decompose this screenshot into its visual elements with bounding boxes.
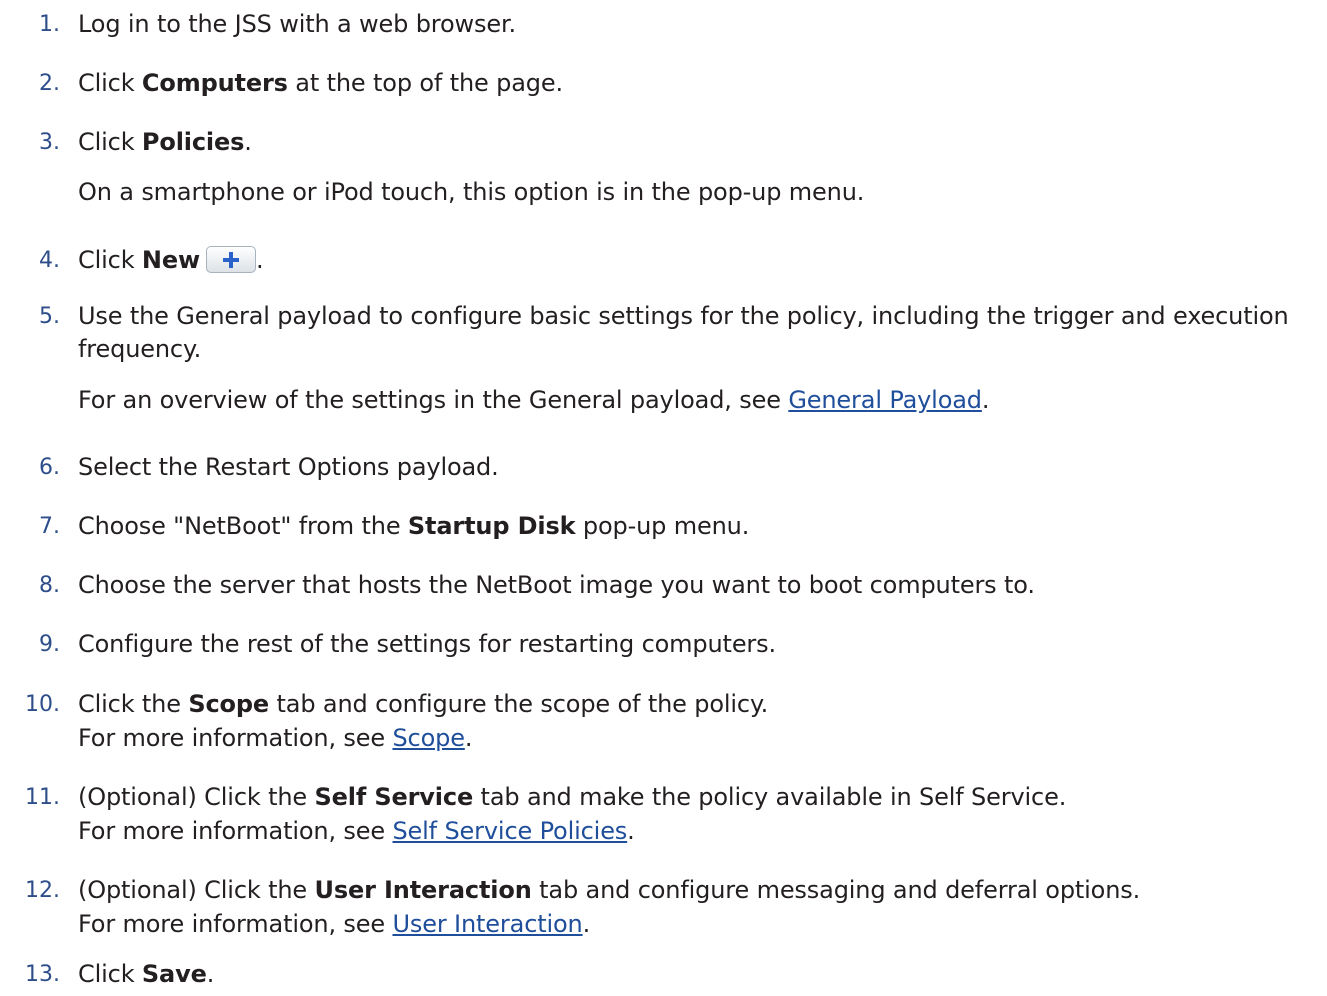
- step-text: Click Computers at the top of the page.: [78, 69, 563, 97]
- step-12-note: For more information, see User Interacti…: [78, 910, 591, 938]
- step-number: 1.: [39, 12, 60, 37]
- ui-label-computers: Computers: [141, 69, 288, 97]
- step-text: Select the Restart Options payload.: [78, 453, 499, 481]
- step-3-note: On a smartphone or iPod touch, this opti…: [78, 178, 865, 206]
- step-number: 7.: [39, 514, 60, 539]
- step-text: Click Policies.: [78, 128, 252, 156]
- step-number: 12.: [25, 878, 60, 903]
- step-number: 11.: [25, 785, 60, 810]
- step-text: (Optional) Click the Self Service tab an…: [78, 783, 1067, 811]
- step-text: Click the Scope tab and configure the sc…: [78, 690, 769, 718]
- step-number: 4.: [39, 248, 60, 273]
- step-number: 2.: [39, 71, 60, 96]
- step-text: Log in to the JSS with a web browser.: [78, 10, 516, 38]
- step-number: 5.: [39, 304, 60, 329]
- ui-label-startup-disk: Startup Disk: [407, 512, 576, 540]
- user-interaction-link[interactable]: User Interaction: [392, 910, 582, 938]
- step-text: Click Save.: [78, 960, 215, 988]
- step-text: (Optional) Click the User Interaction ta…: [78, 876, 1141, 904]
- ui-label-new: New: [141, 246, 201, 274]
- ui-label-save: Save: [141, 960, 207, 988]
- ui-label-user-interaction: User Interaction: [314, 876, 532, 904]
- new-button[interactable]: [206, 246, 257, 273]
- ui-label-self-service: Self Service: [314, 783, 474, 811]
- step-11-note: For more information, see Self Service P…: [78, 817, 635, 845]
- step-number: 3.: [39, 130, 60, 155]
- plus-icon: [223, 252, 240, 268]
- step-text: Configure the rest of the settings for r…: [78, 630, 776, 658]
- step-5-note: For an overview of the settings in the G…: [78, 386, 990, 414]
- ui-label-scope: Scope: [188, 690, 270, 718]
- step-text: Click New.: [78, 246, 264, 274]
- self-service-policies-link[interactable]: Self Service Policies: [392, 817, 627, 845]
- step-number: 10.: [25, 692, 60, 717]
- step-number: 6.: [39, 455, 60, 480]
- step-text: Use the General payload to configure bas…: [78, 302, 1289, 363]
- step-text: Choose the server that hosts the NetBoot…: [78, 571, 1035, 599]
- step-text: Choose "NetBoot" from the Startup Disk p…: [78, 512, 750, 540]
- ui-label-policies: Policies: [141, 128, 245, 156]
- step-number: 9.: [39, 632, 60, 657]
- step-number: 8.: [39, 573, 60, 598]
- general-payload-link[interactable]: General Payload: [788, 386, 982, 414]
- scope-link[interactable]: Scope: [392, 724, 465, 752]
- step-10-note: For more information, see Scope.: [78, 724, 473, 752]
- step-number: 13.: [25, 962, 60, 987]
